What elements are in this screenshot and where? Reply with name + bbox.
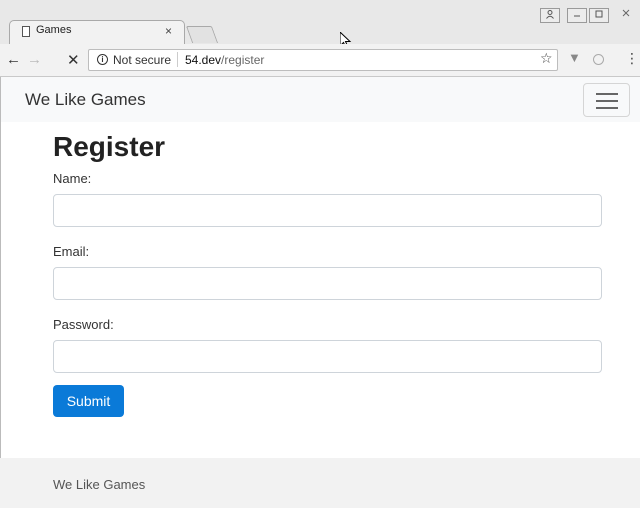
extension-vue-icon[interactable]: ▼: [568, 50, 581, 65]
page-title: Register: [53, 131, 166, 162]
site-info-icon[interactable]: i: [97, 54, 108, 65]
navbar-brand[interactable]: We Like Games: [25, 90, 146, 110]
minimize-icon[interactable]: [567, 8, 587, 23]
stop-loading-icon[interactable]: ✕: [67, 51, 80, 69]
back-icon[interactable]: ←: [6, 51, 21, 68]
submit-button[interactable]: Submit: [53, 385, 124, 417]
email-label: Email:: [53, 244, 90, 259]
address-divider: [177, 52, 178, 67]
footer-text: We Like Games: [53, 477, 146, 492]
window-close-icon[interactable]: [619, 8, 633, 23]
name-field[interactable]: [53, 194, 602, 227]
url-path: /register: [221, 53, 265, 67]
bookmark-star-icon[interactable]: ☆: [540, 50, 553, 67]
security-label[interactable]: Not secure: [113, 53, 171, 67]
url-text[interactable]: 54.dev/register: [185, 53, 264, 67]
page-favicon-icon: [22, 26, 30, 37]
forward-icon[interactable]: →: [27, 51, 42, 68]
browser-menu-icon[interactable]: ⋮: [625, 50, 639, 67]
hamburger-icon-line: [596, 100, 618, 102]
maximize-icon[interactable]: [589, 8, 609, 23]
window-edge: [0, 77, 1, 508]
hamburger-icon-line: [596, 107, 618, 109]
tab-title: Games: [36, 24, 72, 36]
hamburger-icon: [596, 93, 618, 95]
password-field[interactable]: [53, 340, 602, 373]
navbar-toggle-button[interactable]: [583, 83, 630, 117]
email-field[interactable]: [53, 267, 602, 300]
profile-icon[interactable]: [540, 8, 560, 23]
url-host: 54.dev: [185, 53, 222, 67]
name-label: Name:: [53, 171, 92, 186]
extension-circle-icon[interactable]: [593, 54, 604, 65]
password-label: Password:: [53, 317, 114, 332]
tab-close-icon[interactable]: ×: [165, 24, 172, 38]
